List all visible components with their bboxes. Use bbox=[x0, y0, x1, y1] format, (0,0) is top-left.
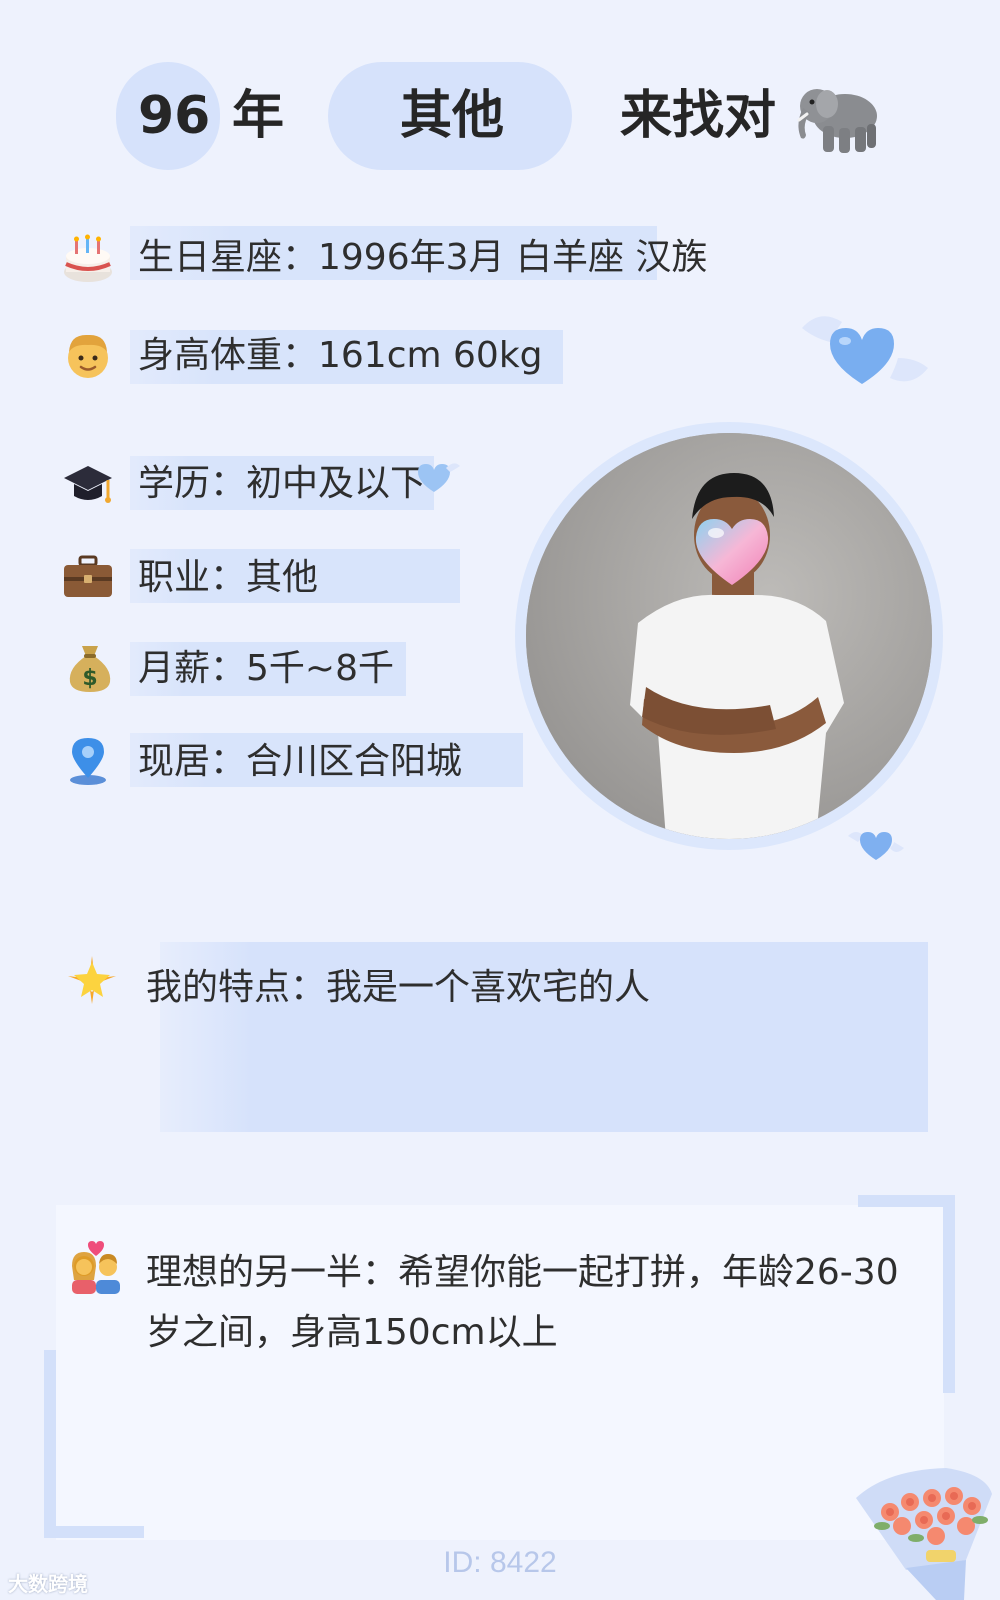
svg-text:$: $ bbox=[82, 666, 97, 691]
briefcase-icon bbox=[64, 555, 112, 597]
ideal-partner-text: 理想的另一半：希望你能一起打拼，年龄26-30岁之间，身高150cm以上 bbox=[146, 1252, 899, 1353]
person-portrait-image bbox=[526, 433, 932, 839]
watermark-logo: 大数跨境 bbox=[8, 1572, 88, 1596]
age-unit: 年 bbox=[232, 86, 285, 146]
couple-with-heart-icon bbox=[72, 1241, 120, 1294]
elephant-icon bbox=[797, 89, 877, 153]
job-text: 职业：其他 bbox=[138, 557, 319, 598]
winged-heart-icon bbox=[802, 316, 928, 384]
category-label: 其他 bbox=[400, 86, 505, 146]
salary-text: 月薪：5千~8千 bbox=[138, 648, 394, 689]
birthday-cake-icon bbox=[64, 234, 112, 282]
small-heart-icon bbox=[848, 832, 904, 860]
glowing-star-icon bbox=[68, 956, 116, 1004]
small-heart-icon bbox=[418, 463, 460, 492]
feature-text: 我的特点：我是一个喜欢宅的人 bbox=[146, 967, 651, 1008]
location-text: 现居：合川区合阳城 bbox=[138, 741, 463, 782]
profile-id: ID: 8422 bbox=[443, 1546, 557, 1579]
graduation-cap-icon bbox=[64, 466, 112, 503]
money-bag-icon: $ bbox=[69, 646, 111, 692]
birthday-text: 生日星座：1996年3月 白羊座 汉族 bbox=[138, 237, 708, 278]
profile-photo[interactable] bbox=[526, 433, 932, 839]
location-pin-icon bbox=[70, 738, 106, 785]
age-number: 96 bbox=[138, 86, 211, 146]
frame-corner-bottom-left bbox=[44, 1350, 144, 1538]
body-text: 身高体重：161cm 60kg bbox=[138, 335, 543, 376]
man-face-icon bbox=[68, 334, 108, 378]
seeking-label: 来找对 bbox=[620, 86, 777, 146]
profile-card: 96 年 其他 来找对 生日星座：1996年3月 白羊座 汉族 身高体重：161… bbox=[0, 0, 1000, 1600]
education-text: 学历：初中及以下 bbox=[138, 463, 427, 504]
